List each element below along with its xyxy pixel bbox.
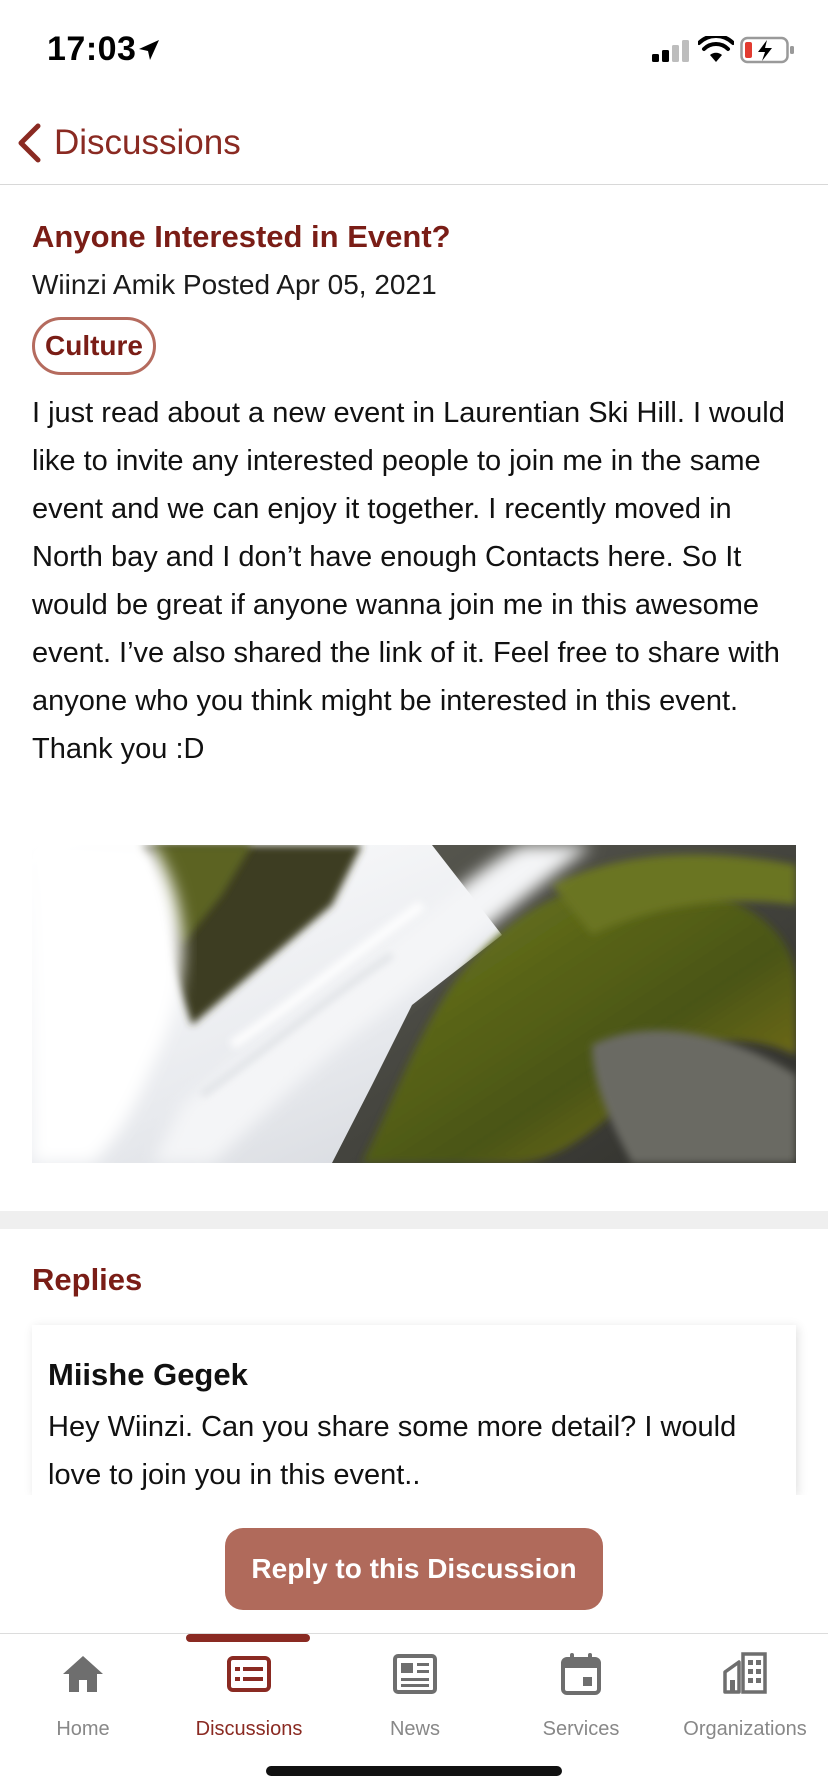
category-badge: Culture: [32, 317, 156, 375]
signal-icon: [652, 40, 689, 62]
post-meta: Wiinzi Amik Posted Apr 05, 2021: [32, 269, 437, 300]
status-bar: 17:03: [0, 0, 828, 100]
discussion-post: Anyone Interested in Event? Wiinzi Amik …: [32, 185, 798, 773]
discussion-detail-screen: 17:03 Discussions Anyone Interested in E…: [0, 0, 828, 1792]
post-image: [32, 845, 796, 1163]
chevron-left-icon: [18, 123, 41, 163]
discussions-icon: [227, 1656, 271, 1692]
tab-label: Discussions: [195, 1718, 303, 1740]
tab-news[interactable]: News: [332, 1634, 498, 1744]
reply-to-discussion-button[interactable]: Reply to this Discussion: [225, 1528, 603, 1610]
battery-charging-icon: [740, 36, 794, 64]
location-arrow-icon: [139, 40, 159, 60]
post-body: I just read about a new event in Laurent…: [32, 397, 785, 765]
active-tab-indicator: [186, 1634, 310, 1642]
post-title: Anyone Interested in Event?: [32, 219, 451, 254]
back-button[interactable]: Discussions: [14, 118, 241, 168]
tab-label: Home: [56, 1718, 110, 1740]
tab-discussions[interactable]: Discussions: [166, 1634, 332, 1744]
reply-text: Hey Wiinzi. Can you share some more deta…: [48, 1411, 737, 1491]
reply-author: Miishe Gegek: [48, 1357, 248, 1392]
home-icon: [63, 1656, 103, 1692]
reply-card[interactable]: Miishe Gegek Hey Wiinzi. Can you share s…: [32, 1325, 796, 1495]
section-divider: [0, 1211, 828, 1229]
tab-home[interactable]: Home: [0, 1634, 166, 1744]
buildings-icon: [723, 1652, 767, 1694]
nav-header: Discussions: [0, 100, 828, 185]
tab-label: Services: [542, 1718, 620, 1740]
replies-title: Replies: [32, 1262, 143, 1297]
back-label: Discussions: [54, 123, 241, 162]
tab-label: Organizations: [683, 1718, 807, 1740]
home-indicator: [266, 1766, 562, 1776]
tab-services[interactable]: Services: [498, 1634, 664, 1744]
wifi-icon: [698, 36, 734, 62]
news-icon: [393, 1654, 437, 1694]
calendar-icon: [561, 1653, 601, 1695]
tab-organizations[interactable]: Organizations: [662, 1634, 828, 1744]
tab-label: News: [389, 1718, 440, 1740]
status-time: 17:03: [47, 30, 137, 68]
